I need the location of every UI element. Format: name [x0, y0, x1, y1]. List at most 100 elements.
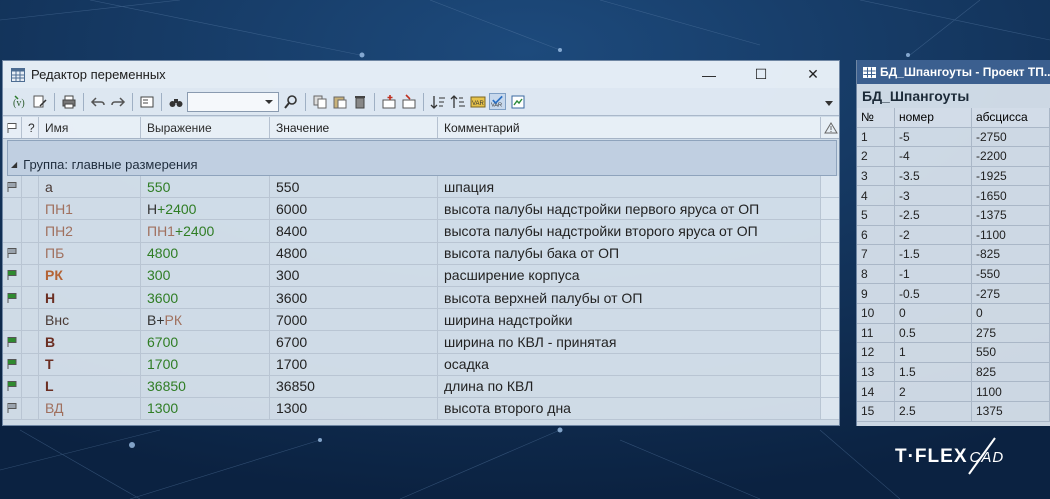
- flag-column-header[interactable]: [3, 117, 22, 138]
- db-col-abscissa[interactable]: абсцисса: [972, 108, 1050, 127]
- database-row[interactable]: 13 1.5 825: [857, 362, 1050, 383]
- expression-cell[interactable]: 300: [141, 264, 270, 286]
- database-row[interactable]: 10 0 0: [857, 303, 1050, 324]
- comment-cell[interactable]: расширение корпуса: [438, 264, 821, 286]
- database-row[interactable]: 2 -4 -2200: [857, 147, 1050, 167]
- variable-name-cell[interactable]: Н: [39, 286, 141, 309]
- search-combo[interactable]: [187, 91, 279, 112]
- database-row[interactable]: 3 -3.5 -1925: [857, 166, 1050, 187]
- comment-cell[interactable]: высота второго дна: [438, 397, 821, 420]
- maximize-button[interactable]: ☐: [735, 61, 787, 88]
- database-row[interactable]: 7 -1.5 -825: [857, 245, 1050, 265]
- expression-cell[interactable]: 6700: [141, 331, 270, 353]
- database-row[interactable]: 8 -1 -550: [857, 264, 1050, 285]
- variable-row[interactable]: ПН2 ПН1 +2400 8400 высота палубы надстройки …: [3, 220, 839, 243]
- variable-name-cell[interactable]: ПБ: [39, 242, 141, 264]
- name-column-header[interactable]: Имя: [39, 117, 141, 138]
- database-row[interactable]: 5 -2.5 -1375: [857, 205, 1050, 226]
- database-row[interactable]: 6 -2 -1100: [857, 225, 1050, 246]
- sort-asc-icon[interactable]: [429, 93, 446, 110]
- variable-name-cell[interactable]: В: [39, 331, 141, 353]
- paste-icon[interactable]: [331, 93, 348, 110]
- minimize-button[interactable]: —: [683, 61, 735, 88]
- expression-cell[interactable]: 36850: [141, 375, 270, 397]
- copy-icon[interactable]: [311, 93, 328, 110]
- sort-desc-icon[interactable]: [449, 93, 466, 110]
- expression-cell[interactable]: ПН1 +2400: [141, 220, 270, 242]
- comment-cell[interactable]: ширина по КВЛ - принятая: [438, 331, 821, 353]
- variable-row[interactable]: L 36850 36850 длина по КВЛ: [3, 375, 839, 398]
- search-icon[interactable]: [282, 93, 299, 110]
- flag-green-icon[interactable]: [3, 375, 22, 397]
- database-row[interactable]: 9 -0.5 -275: [857, 284, 1050, 304]
- variable-create-icon[interactable]: (v): [11, 93, 28, 110]
- variable-name-cell[interactable]: Внс: [39, 309, 141, 331]
- value-column-header[interactable]: Значение: [270, 117, 438, 138]
- collapse-triangle-icon[interactable]: ◢: [11, 160, 17, 169]
- variable-row[interactable]: Н 3600 3600 высота верхней палубы от ОП: [3, 286, 839, 310]
- variable-row[interactable]: Внс В+ РК 7000 ширина надстройки: [3, 309, 839, 332]
- insert-icon[interactable]: [400, 93, 417, 110]
- database-row[interactable]: 4 -3 -1650: [857, 186, 1050, 206]
- flag-green-icon[interactable]: [3, 331, 22, 353]
- flag-grey-icon[interactable]: [3, 397, 22, 420]
- comment-cell[interactable]: высота верхней палубы от ОП: [438, 286, 821, 309]
- variable-row[interactable]: Т 1700 1700 осадка: [3, 353, 839, 376]
- variable-name-cell[interactable]: a: [39, 176, 141, 198]
- frame-icon[interactable]: [138, 93, 155, 110]
- flag-green-icon[interactable]: [3, 286, 22, 309]
- undo-icon[interactable]: [89, 93, 106, 110]
- expression-cell[interactable]: 550: [141, 176, 270, 198]
- variable-name-cell[interactable]: Т: [39, 353, 141, 375]
- variable-name-cell[interactable]: L: [39, 375, 141, 397]
- expression-cell[interactable]: 1700: [141, 353, 270, 375]
- var-icon[interactable]: VAR: [469, 93, 486, 110]
- comment-cell[interactable]: шпация: [438, 176, 821, 198]
- flag-cell[interactable]: [3, 198, 22, 220]
- database-row[interactable]: 15 2.5 1375: [857, 401, 1050, 422]
- comment-cell[interactable]: высота палубы бака от ОП: [438, 242, 821, 264]
- variable-row[interactable]: ПН1 Н +2400 6000 высота палубы надстройки пе…: [3, 198, 839, 221]
- expression-cell[interactable]: Н +2400: [141, 198, 270, 220]
- expression-column-header[interactable]: Выражение: [141, 117, 270, 138]
- expression-cell[interactable]: 1300: [141, 397, 270, 420]
- close-button[interactable]: ✕: [787, 61, 839, 88]
- binoculars-icon[interactable]: [167, 93, 184, 110]
- database-row[interactable]: 1 -5 -2750: [857, 127, 1050, 148]
- print-icon[interactable]: [60, 93, 77, 110]
- variable-row[interactable]: a 550 550 шпация: [3, 176, 839, 199]
- var-check-icon[interactable]: VAR: [489, 93, 506, 110]
- comment-cell[interactable]: осадка: [438, 353, 821, 375]
- comment-cell[interactable]: высота палубы надстройки первого яруса о…: [438, 198, 821, 220]
- variable-name-cell[interactable]: ПН2: [39, 220, 141, 242]
- flag-cell[interactable]: [3, 220, 22, 242]
- comment-cell[interactable]: длина по КВЛ: [438, 375, 821, 397]
- comment-cell[interactable]: высота палубы надстройки второго яруса о…: [438, 220, 821, 242]
- redo-icon[interactable]: [109, 93, 126, 110]
- flag-grey-icon[interactable]: [3, 176, 22, 198]
- variable-edit-icon[interactable]: [31, 93, 48, 110]
- variable-name-cell[interactable]: ПН1: [39, 198, 141, 220]
- expression-cell[interactable]: 3600: [141, 286, 270, 309]
- comment-cell[interactable]: ширина надстройки: [438, 309, 821, 331]
- add-row-icon[interactable]: [380, 93, 397, 110]
- delete-icon[interactable]: [351, 93, 368, 110]
- warning-column-header[interactable]: [821, 117, 839, 138]
- group-row[interactable]: ◢ Группа: главные размерения: [7, 140, 837, 176]
- db-col-number[interactable]: №: [857, 108, 895, 127]
- variable-row[interactable]: ПБ 4800 4800 высота палубы бака от ОП: [3, 242, 839, 265]
- flag-grey-icon[interactable]: [3, 242, 22, 264]
- database-row[interactable]: 12 1 550: [857, 343, 1050, 363]
- flag-cell[interactable]: [3, 309, 22, 331]
- variable-name-cell[interactable]: ВД: [39, 397, 141, 420]
- variable-row[interactable]: РК 300 300 расширение корпуса: [3, 264, 839, 287]
- expression-cell[interactable]: 4800: [141, 242, 270, 264]
- toolbar-overflow-icon[interactable]: [825, 101, 833, 106]
- comment-column-header[interactable]: Комментарий: [438, 117, 821, 138]
- database-row[interactable]: 11 0.5 275: [857, 323, 1050, 344]
- variable-row[interactable]: ВД 1300 1300 высота второго дна: [3, 397, 839, 421]
- image-icon[interactable]: [509, 93, 526, 110]
- variable-name-cell[interactable]: РК: [39, 264, 141, 286]
- db-col-frame[interactable]: номер: [895, 108, 972, 127]
- database-row[interactable]: 14 2 1100: [857, 382, 1050, 402]
